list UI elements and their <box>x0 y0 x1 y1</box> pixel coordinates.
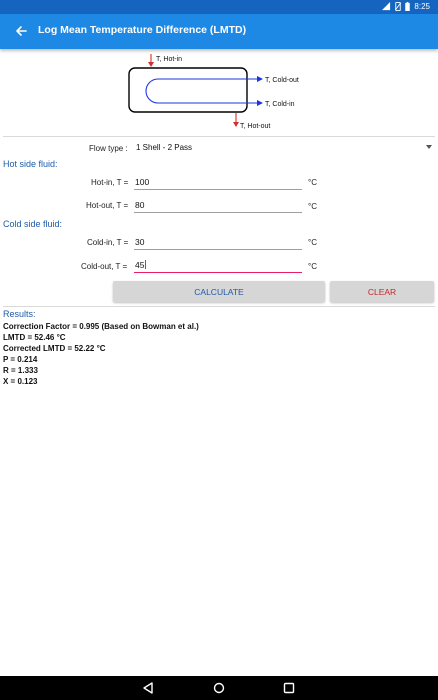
cold-out-unit: °C <box>308 262 317 271</box>
status-bar: 8:25 <box>0 0 438 14</box>
cold-in-unit: °C <box>308 238 317 247</box>
diagram-hot-in-label: T, Hot-in <box>156 56 182 63</box>
hot-in-label: Hot-in, T = <box>91 178 129 187</box>
cold-out-arrow-icon <box>257 76 263 82</box>
back-triangle-icon[interactable] <box>142 682 154 694</box>
hot-in-arrow-icon <box>148 62 154 67</box>
recents-square-icon[interactable] <box>283 682 295 694</box>
clear-button[interactable]: CLEAR <box>330 281 434 302</box>
cold-out-value: 45 <box>135 260 145 270</box>
shell-outline <box>128 67 248 113</box>
divider <box>3 136 435 137</box>
navigation-bar <box>0 676 438 700</box>
diagram-cold-in-label: T, Cold-in <box>265 101 295 108</box>
result-p: P = 0.214 <box>3 355 38 364</box>
chevron-down-icon[interactable] <box>426 145 432 149</box>
cold-in-value: 30 <box>135 237 145 247</box>
status-time: 8:25 <box>414 2 430 11</box>
home-circle-icon[interactable] <box>213 682 225 694</box>
hot-out-label: Hot-out, T = <box>86 201 129 210</box>
diagram-cold-out-label: T, Cold-out <box>265 77 299 84</box>
hot-out-value: 80 <box>135 200 145 210</box>
diagram-hot-out-label: T, Hot-out <box>240 123 270 130</box>
result-corrected-lmtd: Corrected LMTD = 52.22 °C <box>3 344 106 353</box>
result-lmtd: LMTD = 52.46 °C <box>3 333 66 342</box>
heat-exchanger-diagram: T, Hot-in T, Cold-out T, Cold-in T, Hot-… <box>128 54 299 130</box>
calculate-button[interactable]: CALCULATE <box>113 281 325 302</box>
wifi-icon <box>382 2 391 11</box>
cold-out-label: Cold-out, T = <box>81 262 128 271</box>
flow-type-select[interactable]: 1 Shell - 2 Pass <box>136 143 192 152</box>
cold-out-field[interactable]: 45 <box>134 256 302 273</box>
hot-out-field[interactable]: 80 <box>134 196 302 213</box>
flow-type-label: Flow type : <box>89 144 128 153</box>
cold-side-heading: Cold side fluid: <box>3 219 63 229</box>
hot-in-unit: °C <box>308 178 317 187</box>
hot-in-value: 100 <box>135 177 150 187</box>
text-cursor <box>145 260 147 269</box>
hot-in-field[interactable]: 100 <box>134 173 302 190</box>
cold-in-label: Cold-in, T = <box>87 238 129 247</box>
page-title: Log Mean Temperature Difference (LMTD) <box>38 24 247 36</box>
tube-path <box>145 78 261 104</box>
result-r: R = 1.333 <box>3 366 38 375</box>
cold-in-arrow-icon <box>257 100 263 106</box>
no-sim-icon <box>395 2 402 11</box>
divider <box>3 306 435 307</box>
cold-in-field[interactable]: 30 <box>134 233 302 250</box>
app-bar: Log Mean Temperature Difference (LMTD) <box>0 14 438 49</box>
hot-out-arrow-icon <box>233 122 239 127</box>
result-correction-factor: Correction Factor = 0.995 (Based on Bowm… <box>3 322 199 331</box>
battery-icon <box>405 2 411 11</box>
hot-side-heading: Hot side fluid: <box>3 159 58 169</box>
result-x: X = 0.123 <box>3 377 38 386</box>
results-heading: Results: <box>3 309 36 319</box>
arrow-back-icon[interactable] <box>13 23 29 39</box>
hot-out-unit: °C <box>308 202 317 211</box>
